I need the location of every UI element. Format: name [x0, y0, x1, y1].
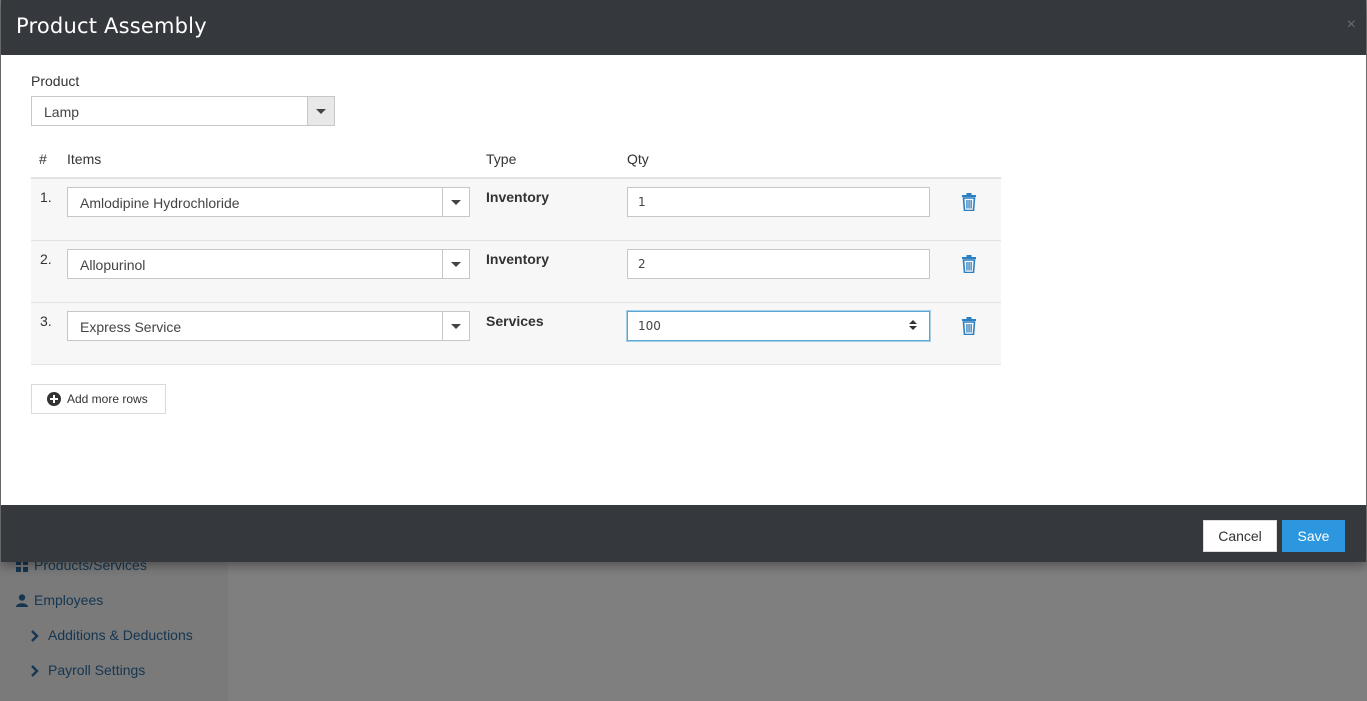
item-select-value: Express Service — [80, 319, 182, 335]
row-number: 1. — [40, 189, 52, 205]
item-type: Inventory — [486, 251, 550, 267]
table-row: 1. Amlodipine Hydrochloride Inventory 1 — [31, 179, 1001, 241]
row-number: 3. — [40, 313, 52, 329]
chevron-down-icon[interactable] — [442, 188, 469, 216]
column-header-items: Items — [67, 151, 102, 167]
item-select[interactable]: Express Service — [67, 311, 470, 341]
modal-footer: Cancel Save — [1, 505, 1366, 562]
product-select-value: Lamp — [44, 104, 80, 120]
product-label: Product — [31, 73, 80, 89]
item-select[interactable]: Amlodipine Hydrochloride — [67, 187, 470, 217]
chevron-down-icon[interactable] — [442, 250, 469, 278]
qty-input[interactable]: 2 — [627, 249, 930, 279]
item-select-value: Amlodipine Hydrochloride — [80, 195, 240, 211]
trash-icon[interactable] — [961, 255, 977, 274]
item-select[interactable]: Allopurinol — [67, 249, 470, 279]
add-more-rows-button[interactable]: Add more rows — [31, 384, 166, 414]
column-header-type: Type — [486, 151, 517, 167]
product-select[interactable]: Lamp — [31, 96, 335, 126]
cancel-button[interactable]: Cancel — [1203, 520, 1277, 552]
column-header-num: # — [39, 151, 47, 167]
add-more-rows-label: Add more rows — [67, 392, 148, 406]
qty-input[interactable]: 1 — [627, 187, 930, 217]
trash-icon[interactable] — [961, 193, 977, 212]
qty-input[interactable]: 100 — [627, 311, 930, 341]
modal-title: Product Assembly — [16, 14, 207, 38]
qty-input-value: 100 — [638, 319, 661, 333]
column-header-qty: Qty — [627, 151, 649, 167]
number-spinner[interactable] — [909, 320, 917, 330]
plus-circle-icon — [47, 392, 61, 406]
modal-body: Product Lamp # Items Type Qty 1. Amlodip… — [1, 55, 1366, 505]
item-select-value: Allopurinol — [80, 257, 146, 273]
table-row: 2. Allopurinol Inventory 2 — [31, 241, 1001, 303]
row-number: 2. — [40, 251, 52, 267]
item-type: Inventory — [486, 189, 550, 205]
item-type: Services — [486, 313, 544, 329]
close-icon[interactable]: × — [1347, 16, 1356, 34]
table-row: 3. Express Service Services 100 — [31, 303, 1001, 365]
chevron-down-icon[interactable] — [442, 312, 469, 340]
save-button[interactable]: Save — [1282, 520, 1345, 552]
modal-header: Product Assembly × — [1, 0, 1366, 55]
chevron-down-icon[interactable] — [307, 97, 334, 125]
product-assembly-modal: Product Assembly × Product Lamp # Items … — [1, 0, 1366, 562]
trash-icon[interactable] — [961, 317, 977, 336]
